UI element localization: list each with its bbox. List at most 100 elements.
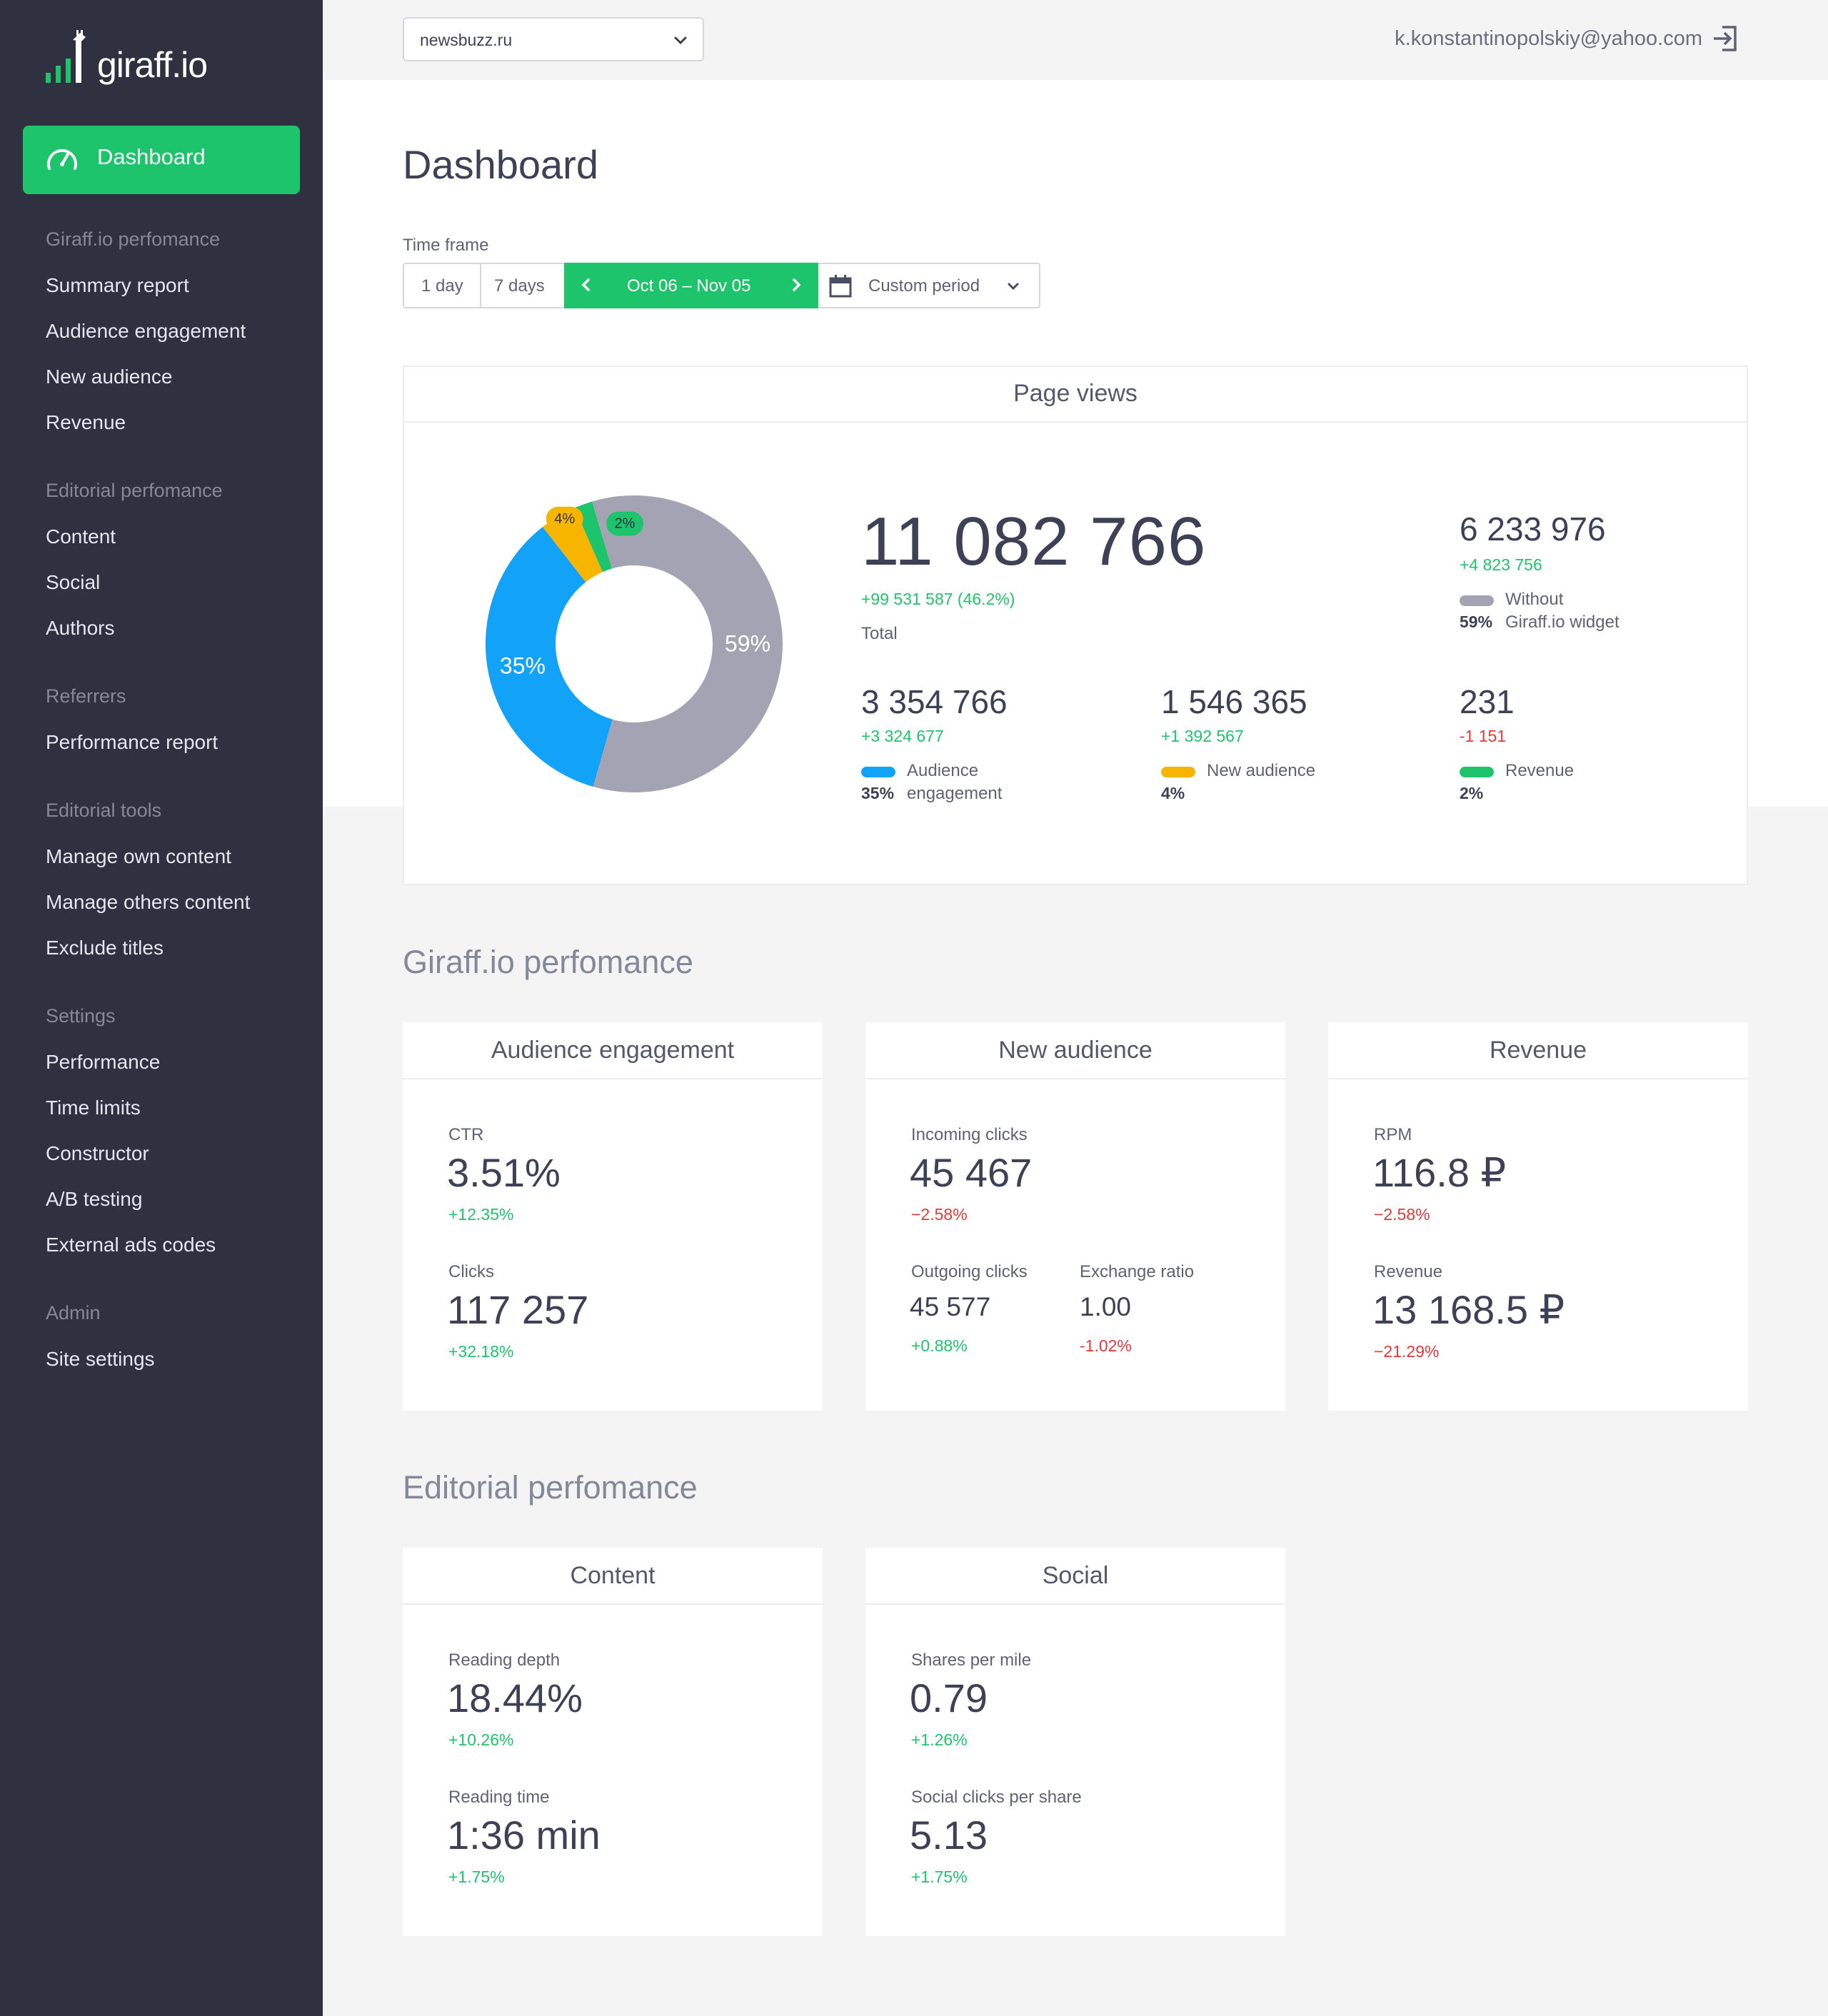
- revenue-metric-label: Revenue: [1374, 1262, 1443, 1281]
- sidebar: giraff.io Dashboard Giraff.io perfomance…: [0, 0, 323, 2016]
- section-title-editorial-perfomance: Editorial perfomance: [403, 1469, 698, 1506]
- calendar-icon: [829, 275, 852, 298]
- new-audience-card: New audience Incoming clicks 45 467 −2.5…: [865, 1022, 1285, 1411]
- sidebar-item-performance[interactable]: Performance: [46, 1051, 160, 1074]
- sidebar-item-manage-others-content[interactable]: Manage others content: [46, 891, 250, 914]
- revenue-delta: -1 151: [1460, 727, 1507, 745]
- sidebar-item-social[interactable]: Social: [46, 571, 100, 594]
- timeframe-range-label[interactable]: Oct 06 – Nov 05: [627, 276, 750, 296]
- ctr-label: CTR: [448, 1125, 484, 1144]
- chevron-left-icon[interactable]: [577, 276, 596, 294]
- sidebar-item-revenue[interactable]: Revenue: [46, 411, 126, 434]
- reading-depth-label: Reading depth: [448, 1650, 561, 1670]
- speedometer-icon: [47, 148, 77, 170]
- reading-time-delta: +1.75%: [448, 1868, 505, 1886]
- engagement-label-1: Audience: [907, 761, 979, 780]
- page-views-title: Page views: [1013, 380, 1138, 407]
- page-views-total-label: Total: [861, 624, 898, 643]
- rpm-value: 116.8 ₽: [1372, 1150, 1507, 1195]
- sidebar-item-authors[interactable]: Authors: [46, 617, 115, 640]
- custom-period-button[interactable]: Custom period: [818, 264, 1039, 307]
- incoming-clicks-value: 45 467: [910, 1150, 1033, 1195]
- chevron-down-icon: [1008, 283, 1019, 291]
- donut-label-revenue: 2%: [615, 515, 636, 531]
- engagement-swatch: [861, 767, 895, 777]
- chevron-down-icon: [674, 36, 687, 45]
- timeframe-label: Time frame: [403, 236, 489, 255]
- sidebar-item-external-ads-codes[interactable]: External ads codes: [46, 1234, 216, 1256]
- sidebar-dashboard-label: Dashboard: [97, 144, 206, 169]
- section-title-giraff-perfomance: Giraff.io perfomance: [403, 944, 693, 980]
- exchange-ratio-value: 1.00: [1080, 1292, 1132, 1321]
- outgoing-clicks-label: Outgoing clicks: [911, 1262, 1028, 1281]
- shares-per-mile-label: Shares per mile: [911, 1650, 1032, 1670]
- nav-section-admin: Admin: [46, 1302, 101, 1324]
- revenue-card-title: Revenue: [1489, 1037, 1587, 1064]
- timeframe-7-days-button[interactable]: 7 days: [481, 264, 564, 307]
- social-card: Social Shares per mile 0.79 +1.26% Socia…: [865, 1548, 1285, 1936]
- sidebar-item-performance-report[interactable]: Performance report: [46, 731, 218, 754]
- social-card-title: Social: [1042, 1562, 1109, 1589]
- logo[interactable]: giraff.io: [44, 30, 230, 90]
- logout-icon[interactable]: [1711, 24, 1739, 53]
- brand-name: giraff.io: [97, 45, 208, 85]
- nav-section-editorial-perfomance: Editorial perfomance: [46, 480, 223, 501]
- ctr-delta: +12.35%: [448, 1205, 514, 1224]
- engagement-delta: +3 324 677: [861, 727, 944, 745]
- sidebar-item-time-limits[interactable]: Time limits: [46, 1097, 141, 1119]
- reading-depth-value: 18.44%: [447, 1675, 583, 1720]
- sidebar-item-new-audience[interactable]: New audience: [46, 366, 172, 388]
- page-views-header: Page views: [404, 367, 1747, 423]
- social-clicks-label: Social clicks per share: [911, 1788, 1082, 1807]
- new-audience-delta: +1 392 567: [1161, 727, 1244, 745]
- clicks-value: 117 257: [447, 1287, 589, 1332]
- page-views-total: 11 082 766: [861, 503, 1207, 580]
- sidebar-item-content[interactable]: Content: [46, 525, 116, 548]
- new-audience-pct: 4%: [1161, 784, 1185, 802]
- content-card: Content Reading depth 18.44% +10.26% Rea…: [403, 1548, 823, 1936]
- page-title: Dashboard: [403, 142, 598, 187]
- sidebar-item-manage-own-content[interactable]: Manage own content: [46, 845, 231, 868]
- page-views-donut-chart: 35% 4% 2% 59%: [486, 495, 783, 792]
- page-views-card: Page views 35% 4% 2% 59% 11 082 766 +99 531…: [403, 366, 1748, 885]
- without-widget-delta: +4 823 756: [1460, 555, 1542, 574]
- engagement-value: 3 354 766: [861, 683, 1008, 720]
- content-card-title: Content: [570, 1562, 656, 1589]
- without-widget-label-2: Giraff.io widget: [1505, 613, 1619, 632]
- chevron-right-icon[interactable]: [787, 276, 805, 294]
- sidebar-item-summary-report[interactable]: Summary report: [46, 274, 189, 297]
- without-widget-pct: 59%: [1460, 613, 1493, 631]
- audience-engagement-card-title: Audience engagement: [491, 1037, 735, 1064]
- exchange-ratio-delta: -1.02%: [1080, 1336, 1132, 1355]
- reading-time-value: 1:36 min: [447, 1813, 601, 1858]
- reading-depth-delta: +10.26%: [448, 1730, 514, 1749]
- ctr-value: 3.51%: [447, 1150, 561, 1195]
- custom-period-label: Custom period: [868, 276, 980, 296]
- new-audience-value: 1 546 365: [1161, 683, 1307, 720]
- nav-section-referrers: Referrers: [46, 685, 126, 707]
- sidebar-item-ab-testing[interactable]: A/B testing: [46, 1188, 142, 1211]
- sidebar-item-exclude-titles[interactable]: Exclude titles: [46, 937, 164, 959]
- revenue-card-header: Revenue: [1328, 1022, 1748, 1079]
- sidebar-item-audience-engagement[interactable]: Audience engagement: [46, 320, 246, 343]
- new-audience-card-header: New audience: [865, 1022, 1285, 1079]
- social-card-header: Social: [865, 1548, 1285, 1605]
- site-select[interactable]: newsbuzz.ru: [403, 17, 704, 61]
- revenue-swatch: [1460, 767, 1494, 777]
- shares-per-mile-value: 0.79: [910, 1675, 988, 1720]
- sidebar-item-constructor[interactable]: Constructor: [46, 1142, 149, 1165]
- user-email[interactable]: k.konstantinopolskiy@yahoo.com: [1395, 27, 1702, 51]
- revenue-value: 231: [1460, 683, 1515, 720]
- nav-section-settings: Settings: [46, 1005, 116, 1027]
- timeframe-1-day-button[interactable]: 1 day: [404, 264, 481, 307]
- donut-label-audience-engagement: 35%: [500, 652, 546, 678]
- engagement-label-2: engagement: [907, 784, 1003, 803]
- audience-engagement-card: Audience engagement CTR 3.51% +12.35% Cl…: [403, 1022, 823, 1411]
- engagement-pct: 35%: [861, 784, 895, 802]
- donut-label-without-giraff-io-widget: 59%: [725, 630, 770, 656]
- sidebar-item-site-settings[interactable]: Site settings: [46, 1348, 155, 1371]
- revenue-card: Revenue RPM 116.8 ₽ −2.58% Revenue 13 16…: [1328, 1022, 1748, 1411]
- sidebar-dashboard-button[interactable]: Dashboard: [23, 126, 300, 194]
- without-widget-label-1: Without: [1505, 590, 1564, 609]
- shares-per-mile-delta: +1.26%: [911, 1730, 968, 1749]
